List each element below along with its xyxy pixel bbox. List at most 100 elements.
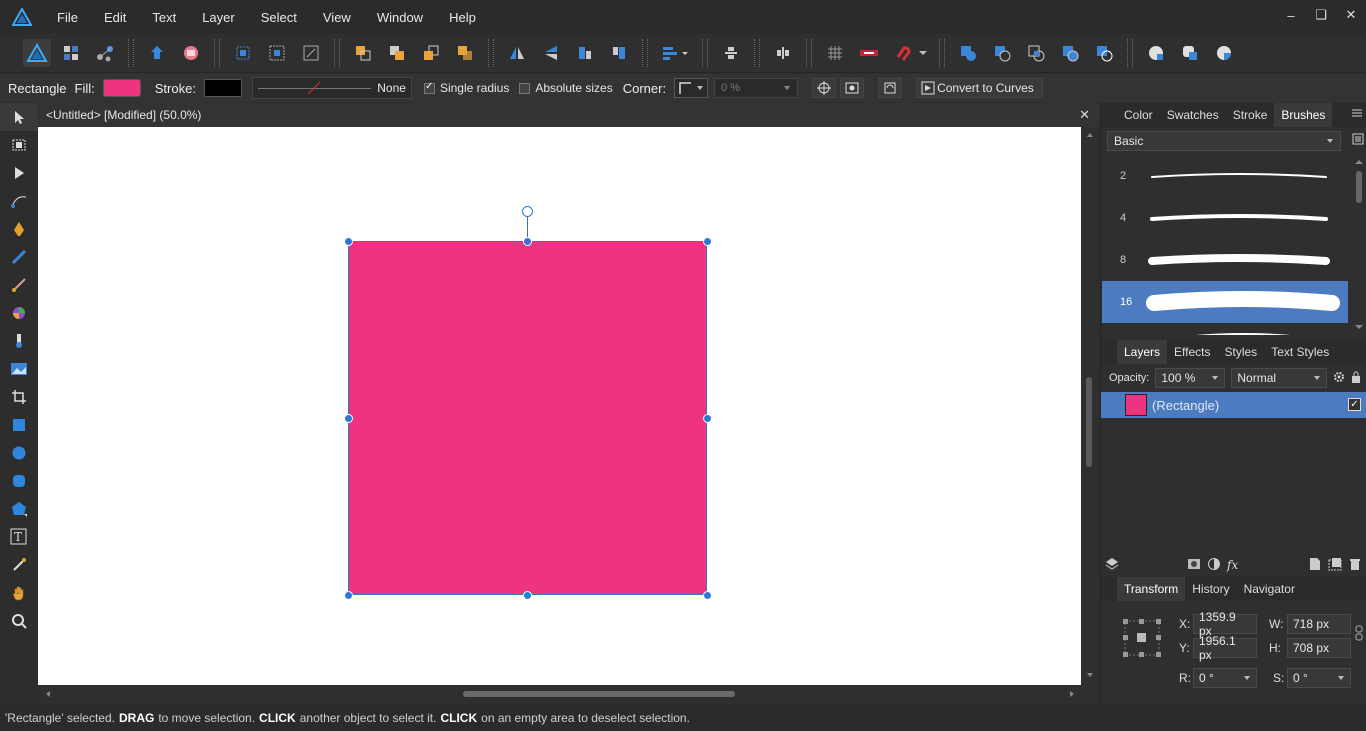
snapping-icon[interactable] xyxy=(143,39,171,67)
add-mask-icon[interactable] xyxy=(1187,557,1201,574)
transform-objects-icon[interactable] xyxy=(229,39,257,67)
node-tool-icon[interactable] xyxy=(0,159,38,187)
scroll-right-icon[interactable] xyxy=(1068,690,1076,698)
corner-type-dropdown[interactable] xyxy=(674,78,709,98)
flip-vertical-icon[interactable] xyxy=(537,39,565,67)
snap-grid-icon[interactable] xyxy=(821,39,849,67)
menu-edit[interactable]: Edit xyxy=(91,0,139,34)
fill-color-swatch[interactable] xyxy=(102,79,141,97)
height-field[interactable]: 708 px xyxy=(1287,638,1351,658)
artboard-tool-icon[interactable] xyxy=(0,131,38,159)
zoom-tool-icon[interactable] xyxy=(0,607,38,635)
export-persona-icon[interactable] xyxy=(91,39,119,67)
pixel-persona-icon[interactable] xyxy=(57,39,85,67)
scroll-up-icon[interactable] xyxy=(1086,131,1094,139)
arrange-forward-icon[interactable] xyxy=(417,39,445,67)
close-document-icon[interactable]: ✕ xyxy=(1079,107,1090,123)
anchor-point-selector[interactable] xyxy=(1123,619,1161,660)
scroll-left-icon[interactable] xyxy=(44,690,52,698)
rounded-rectangle-tool-icon[interactable] xyxy=(0,467,38,495)
transform-bounds-icon[interactable] xyxy=(297,39,325,67)
space-vertical-icon[interactable] xyxy=(717,39,745,67)
menu-file[interactable]: File xyxy=(44,0,91,34)
delete-layer-icon[interactable] xyxy=(1349,557,1361,574)
scroll-up-icon[interactable] xyxy=(1354,158,1364,166)
insert-front-icon[interactable] xyxy=(1210,39,1238,67)
shear-field[interactable]: 0 ° xyxy=(1287,668,1351,688)
restore-icon[interactable]: ❏ xyxy=(1306,0,1336,30)
boolean-add-icon[interactable] xyxy=(954,39,982,67)
place-image-tool-icon[interactable] xyxy=(0,355,38,383)
handle-top-left[interactable] xyxy=(344,237,353,246)
adjustment-icon[interactable] xyxy=(1207,557,1221,574)
brush-list-menu-icon[interactable] xyxy=(1352,133,1364,148)
tab-stroke[interactable]: Stroke xyxy=(1226,103,1275,127)
pen-tool-icon[interactable] xyxy=(0,215,38,243)
y-position-field[interactable]: 1956.1 px xyxy=(1193,634,1257,662)
tab-layers[interactable]: Layers xyxy=(1117,340,1168,364)
minimize-icon[interactable]: – xyxy=(1276,0,1306,30)
boolean-intersect-icon[interactable] xyxy=(1022,39,1050,67)
fill-tool-icon[interactable] xyxy=(0,299,38,327)
snap-to-object-icon[interactable] xyxy=(855,39,883,67)
handle-bottom-right[interactable] xyxy=(703,591,712,600)
brush-scroll-thumb[interactable] xyxy=(1356,171,1362,203)
layer-name[interactable]: (Rectangle) xyxy=(1152,398,1219,413)
brush-item[interactable]: 2 xyxy=(1102,155,1348,197)
arrange-backward-icon[interactable] xyxy=(383,39,411,67)
move-tool-icon[interactable] xyxy=(0,103,38,131)
tab-history[interactable]: History xyxy=(1185,577,1236,601)
pencil-tool-icon[interactable] xyxy=(0,243,38,271)
space-horizontal-icon[interactable] xyxy=(769,39,797,67)
scroll-down-icon[interactable] xyxy=(1086,671,1094,679)
boolean-subtract-icon[interactable] xyxy=(988,39,1016,67)
transparency-tool-icon[interactable] xyxy=(0,327,38,355)
brush-category-dropdown[interactable]: Basic xyxy=(1107,131,1341,151)
single-radius-checkbox[interactable] xyxy=(423,81,435,94)
transform-origin-toggle-icon[interactable] xyxy=(812,78,837,98)
menu-text[interactable]: Text xyxy=(139,0,189,34)
transform-origin-icon[interactable] xyxy=(263,39,291,67)
tab-color[interactable]: Color xyxy=(1117,103,1160,127)
stroke-color-swatch[interactable] xyxy=(203,79,242,97)
vector-brush-tool-icon[interactable] xyxy=(0,271,38,299)
blend-mode-dropdown[interactable]: Normal xyxy=(1231,368,1328,388)
width-field[interactable]: 718 px xyxy=(1287,614,1351,634)
text-tool-icon[interactable]: T xyxy=(0,523,38,551)
stroke-style-selector[interactable]: None xyxy=(251,77,412,99)
arrange-front-icon[interactable] xyxy=(451,39,479,67)
horizontal-scrollbar[interactable] xyxy=(38,685,1100,704)
handle-top-right[interactable] xyxy=(703,237,712,246)
shape-tools-icon[interactable] xyxy=(0,495,38,523)
alignment-dropdown-icon[interactable] xyxy=(657,39,693,67)
tab-styles[interactable]: Styles xyxy=(1218,340,1265,364)
menu-help[interactable]: Help xyxy=(436,0,489,34)
single-radius-toggle[interactable]: Single radius xyxy=(423,81,509,95)
absolute-sizes-toggle[interactable]: Absolute sizes xyxy=(519,81,613,95)
hide-guides-icon[interactable] xyxy=(840,78,865,98)
hide-selection-icon[interactable] xyxy=(177,39,205,67)
tab-text-styles[interactable]: Text Styles xyxy=(1264,340,1336,364)
menu-select[interactable]: Select xyxy=(248,0,310,34)
opacity-field[interactable]: 100 % xyxy=(1155,368,1226,388)
corner-radius-field[interactable]: 0 % xyxy=(714,78,799,98)
layer-visibility-checkbox[interactable]: ✓ xyxy=(1348,398,1361,411)
rotate-left-icon[interactable] xyxy=(571,39,599,67)
vertical-scroll-thumb[interactable] xyxy=(1086,377,1092,467)
rotation-field[interactable]: 0 ° xyxy=(1193,668,1257,688)
handle-middle-left[interactable] xyxy=(344,414,353,423)
rectangle-tool-icon[interactable] xyxy=(0,411,38,439)
flip-horizontal-icon[interactable] xyxy=(503,39,531,67)
rotate-object-icon[interactable] xyxy=(878,78,903,98)
panel-menu-icon[interactable] xyxy=(1351,107,1363,122)
boolean-divide-icon[interactable] xyxy=(1090,39,1118,67)
rotation-handle[interactable] xyxy=(522,206,533,217)
crop-tool-icon[interactable] xyxy=(0,383,38,411)
lock-icon[interactable] xyxy=(1351,371,1361,386)
handle-bottom-left[interactable] xyxy=(344,591,353,600)
handle-top-center[interactable] xyxy=(523,237,532,246)
tab-swatches[interactable]: Swatches xyxy=(1160,103,1226,127)
tab-effects[interactable]: Effects xyxy=(1167,340,1217,364)
arrange-back-icon[interactable] xyxy=(349,39,377,67)
point-transform-tool-icon[interactable] xyxy=(0,187,38,215)
